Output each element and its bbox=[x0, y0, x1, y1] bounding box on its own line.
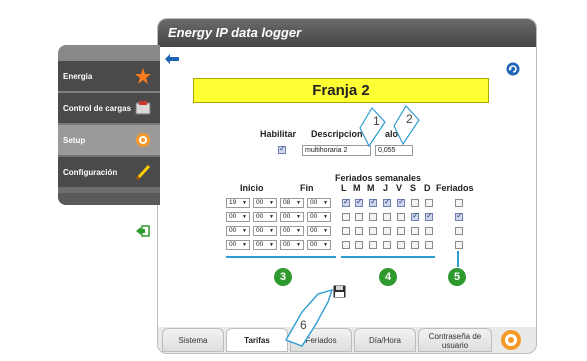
day-checkbox-s[interactable] bbox=[411, 211, 419, 221]
pencil-icon bbox=[135, 164, 151, 181]
back-arrow-icon[interactable] bbox=[165, 54, 179, 64]
callout-bar-feriados bbox=[457, 251, 459, 267]
feriados-checkbox[interactable] bbox=[455, 211, 463, 221]
day-checkbox-m2[interactable] bbox=[369, 227, 377, 235]
day-checkbox-l[interactable] bbox=[342, 213, 350, 221]
franja-banner: Franja 2 bbox=[193, 78, 489, 103]
menu-item-label: Setup bbox=[63, 135, 86, 145]
energy-spark-icon bbox=[135, 68, 151, 84]
callout-bar-days bbox=[341, 256, 435, 258]
fin-minute-select[interactable]: 00 ▼ bbox=[307, 198, 331, 208]
day-checkbox-m[interactable] bbox=[355, 197, 363, 207]
callout-6: 6 bbox=[300, 318, 307, 332]
menu-item-label: Configuración bbox=[63, 167, 118, 177]
callout-4: 4 bbox=[379, 268, 397, 286]
day-checkbox-m[interactable] bbox=[355, 227, 363, 235]
menu-item-configuracion[interactable]: Configuración bbox=[58, 157, 160, 187]
tab-tarifas[interactable]: Tarifas bbox=[226, 328, 288, 352]
habilitar-checkbox[interactable] bbox=[278, 144, 286, 154]
window-title: Energy IP data logger bbox=[158, 19, 536, 47]
day-checkbox-v[interactable] bbox=[397, 213, 405, 221]
day-checkbox-d[interactable] bbox=[425, 211, 433, 221]
fin-label: Fin bbox=[300, 183, 314, 193]
habilitar-label: Habilitar bbox=[260, 129, 297, 139]
day-header-l: L bbox=[341, 183, 347, 193]
day-checkbox-j[interactable] bbox=[383, 241, 391, 249]
day-checkbox-j[interactable] bbox=[383, 197, 391, 207]
fin-minute-select[interactable]: 00 ▼ bbox=[307, 226, 331, 236]
day-checkbox-m[interactable] bbox=[355, 213, 363, 221]
day-checkbox-m2[interactable] bbox=[369, 241, 377, 249]
day-checkbox-j[interactable] bbox=[383, 213, 391, 221]
tab-sistema[interactable]: Sistema bbox=[162, 328, 224, 352]
day-checkbox-s[interactable] bbox=[411, 227, 419, 235]
menu-item-control-de-cargas[interactable]: Control de cargas bbox=[58, 93, 160, 123]
fin-minute-select[interactable]: 00 ▼ bbox=[307, 240, 331, 250]
day-checkbox-d[interactable] bbox=[425, 227, 433, 235]
day-header-m2: M bbox=[367, 183, 375, 193]
app-root: Energy IP data logger Energia Control de… bbox=[0, 0, 587, 361]
callout-1: 1 bbox=[373, 114, 380, 128]
day-checkbox-l[interactable] bbox=[342, 197, 350, 207]
day-checkbox-v[interactable] bbox=[397, 241, 405, 249]
callout-2: 2 bbox=[406, 112, 413, 126]
tab-contrasena-label: Contraseña de usuario bbox=[428, 332, 482, 350]
menu-item-setup[interactable]: Setup bbox=[58, 125, 160, 155]
menu-item-label: Control de cargas bbox=[63, 103, 132, 113]
inicio-hour-select[interactable]: 00 ▼ bbox=[226, 240, 250, 250]
day-header-s: S bbox=[410, 183, 417, 193]
inicio-minute-select[interactable]: 00 ▼ bbox=[253, 198, 277, 208]
day-checkbox-s[interactable] bbox=[411, 199, 419, 207]
callout-5: 5 bbox=[448, 268, 466, 286]
inicio-hour-select[interactable]: 19 ▼ bbox=[226, 198, 250, 208]
day-header-j: J bbox=[383, 183, 389, 193]
feriados-label: Feriados bbox=[436, 183, 474, 193]
feriados-checkbox[interactable] bbox=[455, 241, 463, 249]
inicio-hour-select[interactable]: 00 ▼ bbox=[226, 212, 250, 222]
menu-footer bbox=[58, 193, 160, 205]
feriados-semanales-label: Feriados semanales bbox=[335, 173, 422, 183]
day-checkbox-m2[interactable] bbox=[369, 213, 377, 221]
inicio-minute-select[interactable]: 00 ▼ bbox=[253, 226, 277, 236]
settings-gear-icon[interactable] bbox=[500, 329, 522, 351]
callout-6-arrow bbox=[284, 288, 334, 347]
main-window: Energy IP data logger bbox=[157, 18, 537, 354]
feriados-checkbox[interactable] bbox=[455, 227, 463, 235]
inicio-hour-select[interactable]: 00 ▼ bbox=[226, 226, 250, 236]
menu-item-label: Energia bbox=[63, 71, 93, 81]
day-checkbox-l[interactable] bbox=[342, 227, 350, 235]
day-checkbox-l[interactable] bbox=[342, 241, 350, 249]
day-header-d: D bbox=[424, 183, 431, 193]
day-checkbox-v[interactable] bbox=[397, 197, 405, 207]
day-checkbox-v[interactable] bbox=[397, 227, 405, 235]
day-header-m: M bbox=[353, 183, 361, 193]
setup-gear-icon bbox=[136, 133, 150, 147]
inicio-minute-select[interactable]: 00 ▼ bbox=[253, 240, 277, 250]
fin-hour-select[interactable]: 08 ▼ bbox=[280, 198, 304, 208]
bottom-tabbar: Sistema Tarifas Feriados Día/Hora Contra… bbox=[158, 326, 536, 353]
day-checkbox-j[interactable] bbox=[383, 227, 391, 235]
callout-bar-time bbox=[226, 256, 336, 258]
day-header-v: V bbox=[396, 183, 403, 193]
fin-hour-select[interactable]: 00 ▼ bbox=[280, 240, 304, 250]
tab-contrasena[interactable]: Contraseña de usuario bbox=[418, 328, 492, 352]
menu-item-energia[interactable]: Energia bbox=[58, 61, 160, 91]
callout-arrows bbox=[359, 105, 420, 148]
day-checkbox-s[interactable] bbox=[411, 241, 419, 249]
inicio-label: Inicio bbox=[240, 183, 264, 193]
fin-minute-select[interactable]: 00 ▼ bbox=[307, 212, 331, 222]
tab-dia-hora[interactable]: Día/Hora bbox=[354, 328, 416, 352]
refresh-icon[interactable] bbox=[506, 62, 520, 76]
feriados-checkbox[interactable] bbox=[455, 199, 463, 207]
load-control-icon bbox=[135, 101, 151, 115]
fin-hour-select[interactable]: 00 ▼ bbox=[280, 212, 304, 222]
day-checkbox-m[interactable] bbox=[355, 241, 363, 249]
day-checkbox-d[interactable] bbox=[425, 199, 433, 207]
inicio-minute-select[interactable]: 00 ▼ bbox=[253, 212, 277, 222]
day-checkbox-d[interactable] bbox=[425, 241, 433, 249]
day-checkbox-m2[interactable] bbox=[369, 197, 377, 207]
side-menu: Energia Control de cargas Setup Configur… bbox=[58, 45, 160, 205]
exit-icon[interactable] bbox=[136, 225, 150, 237]
fin-hour-select[interactable]: 00 ▼ bbox=[280, 226, 304, 236]
